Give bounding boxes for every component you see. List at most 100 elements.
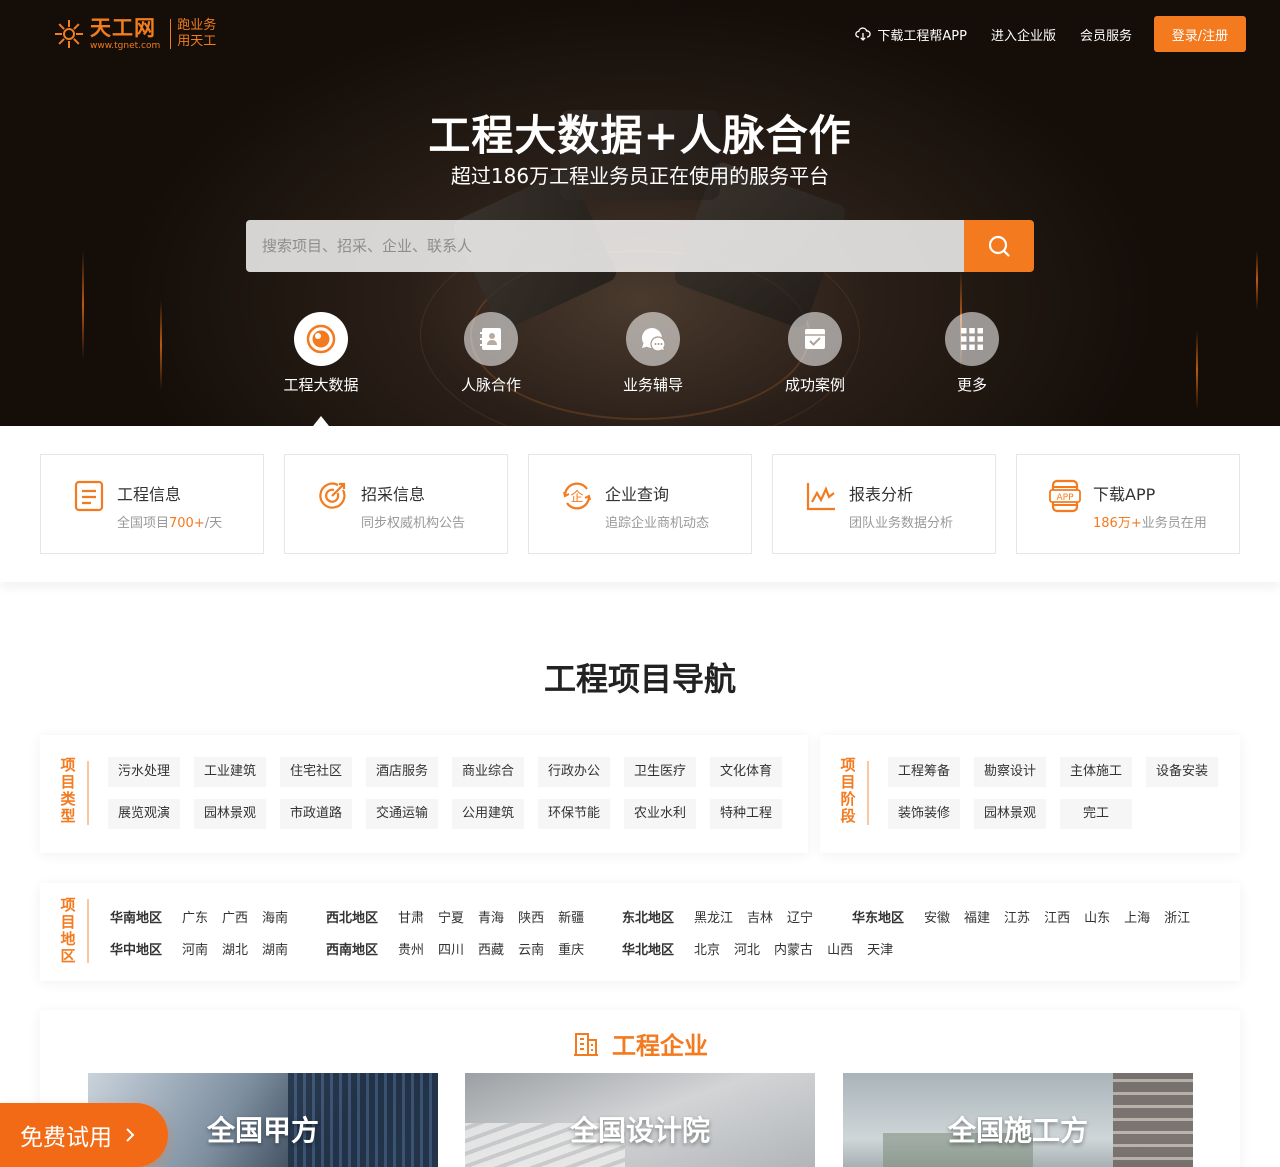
category-coaching[interactable]: 业务辅导 (593, 312, 713, 395)
province-link[interactable]: 甘肃 (398, 907, 424, 926)
search-button[interactable] (964, 220, 1034, 272)
province-link[interactable]: 安徽 (924, 907, 950, 926)
site-logo[interactable]: 天工网 www.tgnet.com 跑业务 用天工 (54, 16, 216, 52)
province-link[interactable]: 广西 (222, 907, 248, 926)
province-link[interactable]: 山东 (1084, 907, 1110, 926)
feature-card-download-app[interactable]: APP 下载APP 186万+业务员在用 (1016, 454, 1240, 554)
nav-tag[interactable]: 展览观演 (108, 799, 180, 829)
nav-tag[interactable]: 住宅社区 (280, 757, 352, 787)
province-link[interactable]: 西藏 (478, 939, 504, 958)
nav-tag[interactable]: 工业建筑 (194, 757, 266, 787)
feature-title: 工程信息 (117, 485, 182, 504)
feature-card-report-analysis[interactable]: 报表分析 团队业务数据分析 (772, 454, 996, 554)
category-cases[interactable]: 成功案例 (755, 312, 875, 395)
province-link[interactable]: 云南 (518, 939, 544, 958)
feature-card-enterprise-query[interactable]: 企 企业查询 追踪企业商机动态 (528, 454, 752, 554)
province-link[interactable]: 湖南 (262, 939, 288, 958)
province-link[interactable]: 贵州 (398, 939, 424, 958)
province-link[interactable]: 山西 (827, 939, 853, 958)
nav-tag[interactable]: 卫生医疗 (624, 757, 696, 787)
enterprise-version-link[interactable]: 进入企业版 (991, 25, 1056, 44)
province-link[interactable]: 湖北 (222, 939, 248, 958)
nav-tag[interactable]: 酒店服务 (366, 757, 438, 787)
enterprise-section-title: 工程企业 (40, 1026, 1240, 1061)
active-category-pointer (313, 416, 329, 426)
feature-title: 报表分析 (849, 485, 914, 504)
nav-tag[interactable]: 农业水利 (624, 799, 696, 829)
project-stage-label: 项目阶段 (840, 756, 856, 825)
hero-banner: 天工网 www.tgnet.com 跑业务 用天工 下载工程帮APP 进入企业版… (0, 0, 1280, 426)
feature-card-project-info[interactable]: 工程信息 全国项目700+/天 (40, 454, 264, 554)
nav-tag[interactable]: 勘察设计 (974, 757, 1046, 787)
province-link[interactable]: 海南 (262, 907, 288, 926)
nav-tag[interactable]: 行政办公 (538, 757, 610, 787)
enterprise-card-design-institutes[interactable]: 全国设计院 (465, 1073, 815, 1167)
province-link[interactable]: 浙江 (1164, 907, 1190, 926)
province-link[interactable]: 辽宁 (787, 907, 813, 926)
free-trial-button[interactable]: 免费试用 (0, 1103, 168, 1167)
nav-tag[interactable]: 装饰装修 (888, 799, 960, 829)
province-link[interactable]: 北京 (694, 939, 720, 958)
enterprise-section: 工程企业 全国甲方 全国设计院 全国施工方 (40, 1010, 1240, 1167)
nav-tag[interactable]: 设备安装 (1146, 757, 1218, 787)
label-bar (87, 761, 89, 825)
category-bigdata[interactable]: 工程大数据 (261, 312, 381, 395)
chat-bubbles-icon (641, 327, 666, 352)
document-icon (74, 480, 104, 512)
province-link[interactable]: 吉林 (747, 907, 773, 926)
nav-tag[interactable]: 污水处理 (108, 757, 180, 787)
nav-tag[interactable]: 园林景观 (194, 799, 266, 829)
region-name-link[interactable]: 华北地区 (622, 939, 674, 958)
province-link[interactable]: 天津 (867, 939, 893, 958)
category-more[interactable]: 更多 (912, 312, 1032, 395)
download-app-link[interactable]: 下载工程帮APP (855, 25, 967, 44)
nav-tag[interactable]: 工程筹备 (888, 757, 960, 787)
nav-tag[interactable]: 环保节能 (538, 799, 610, 829)
nav-tag[interactable]: 市政道路 (280, 799, 352, 829)
province-link[interactable]: 江苏 (1004, 907, 1030, 926)
nav-tag[interactable]: 商业综合 (452, 757, 524, 787)
region-group: 华北地区 北京 河北 内蒙古 山西 天津 (622, 939, 907, 958)
download-app-label: 下载工程帮APP (877, 28, 967, 44)
nav-tag[interactable]: 主体施工 (1060, 757, 1132, 787)
nav-tag[interactable]: 特种工程 (710, 799, 782, 829)
region-name-link[interactable]: 东北地区 (622, 907, 674, 926)
province-link[interactable]: 四川 (438, 939, 464, 958)
province-link[interactable]: 陕西 (518, 907, 544, 926)
province-link[interactable]: 上海 (1124, 907, 1150, 926)
project-type-label: 项目类型 (60, 756, 76, 825)
region-name-link[interactable]: 西南地区 (326, 939, 378, 958)
province-link[interactable]: 新疆 (558, 907, 584, 926)
region-name-link[interactable]: 华中地区 (110, 939, 162, 958)
label-bar (867, 761, 869, 825)
region-name-link[interactable]: 西北地区 (326, 907, 378, 926)
province-link[interactable]: 福建 (964, 907, 990, 926)
feature-card-tender-info[interactable]: 招采信息 同步权威机构公告 (284, 454, 508, 554)
province-link[interactable]: 黑龙江 (694, 907, 733, 926)
nav-tag[interactable]: 交通运输 (366, 799, 438, 829)
province-link[interactable]: 青海 (478, 907, 504, 926)
feature-desc: 团队业务数据分析 (849, 516, 954, 531)
nav-tag[interactable]: 园林景观 (974, 799, 1046, 829)
region-name-link[interactable]: 华南地区 (110, 907, 162, 926)
province-link[interactable]: 广东 (182, 907, 208, 926)
search-input[interactable] (246, 220, 964, 272)
target-icon (319, 482, 346, 509)
member-service-link[interactable]: 会员服务 (1080, 25, 1132, 44)
login-register-button[interactable]: 登录/注册 (1154, 16, 1246, 52)
top-nav: 下载工程帮APP 进入企业版 会员服务 登录/注册 (831, 16, 1246, 52)
province-link[interactable]: 内蒙古 (774, 939, 813, 958)
search-bar (246, 220, 1034, 272)
nav-tag[interactable]: 文化体育 (710, 757, 782, 787)
category-contacts[interactable]: 人脉合作 (431, 312, 551, 395)
enterprise-card-contractors[interactable]: 全国施工方 (843, 1073, 1193, 1167)
nav-tag[interactable]: 公用建筑 (452, 799, 524, 829)
province-link[interactable]: 重庆 (558, 939, 584, 958)
province-link[interactable]: 河南 (182, 939, 208, 958)
project-region-label: 项目地区 (60, 896, 76, 965)
province-link[interactable]: 江西 (1044, 907, 1070, 926)
nav-tag[interactable]: 完工 (1060, 799, 1132, 829)
province-link[interactable]: 河北 (734, 939, 760, 958)
province-link[interactable]: 宁夏 (438, 907, 464, 926)
region-name-link[interactable]: 华东地区 (852, 907, 904, 926)
